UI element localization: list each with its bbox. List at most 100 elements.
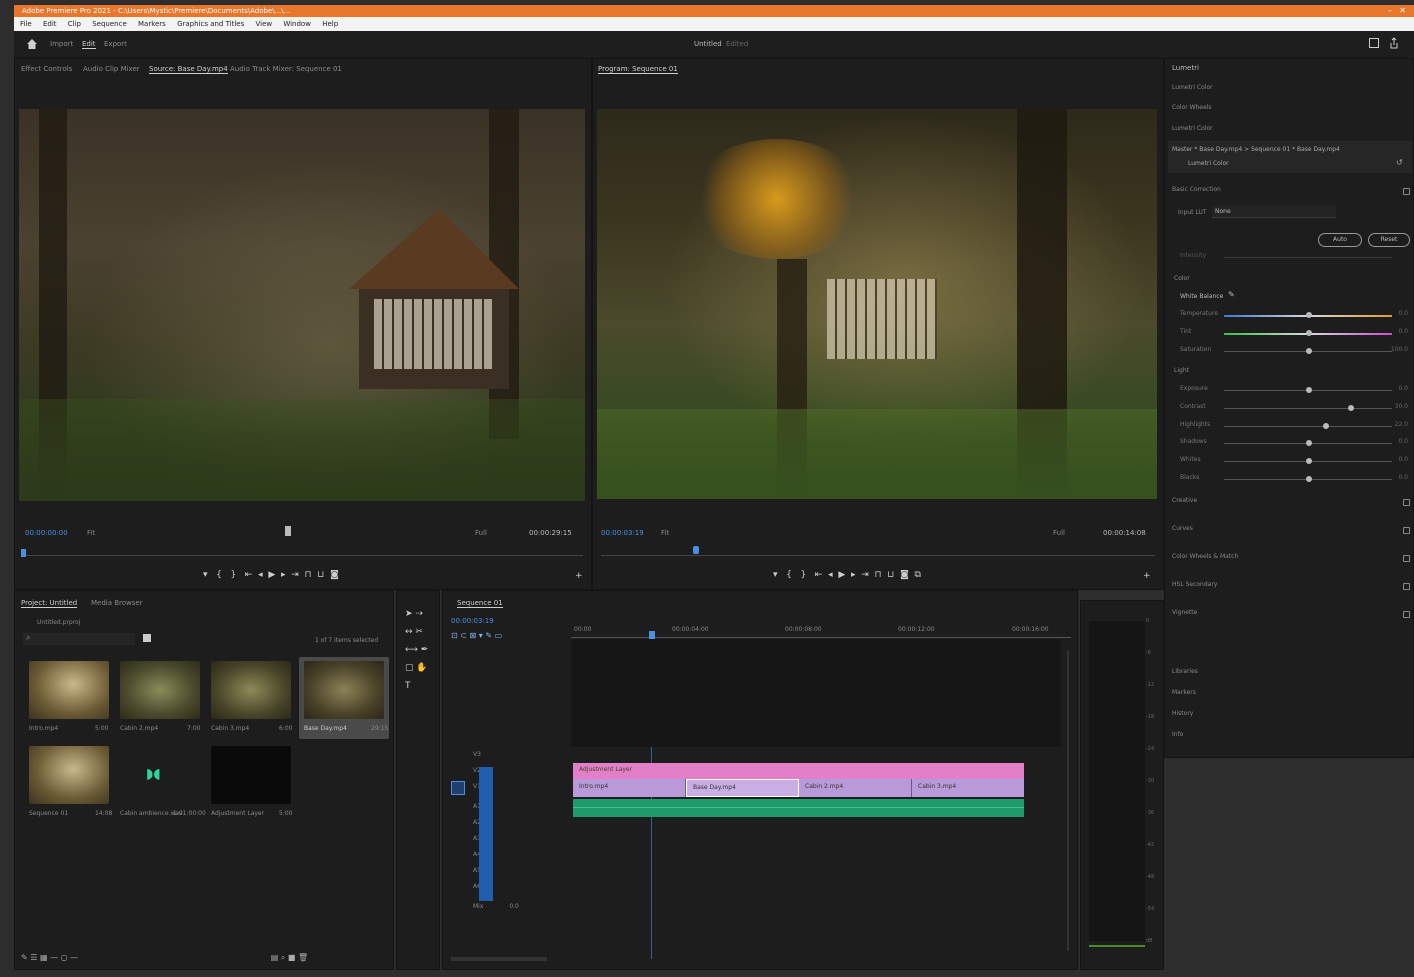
project-item-name[interactable]: Cabin 3.mp4: [211, 725, 249, 732]
contrast-knob[interactable]: [1348, 405, 1354, 411]
exposure-value[interactable]: 0.0: [1398, 385, 1408, 392]
auto-button[interactable]: Auto: [1318, 233, 1362, 247]
exposure-slider[interactable]: Exposure 0.0: [1178, 385, 1410, 395]
project-item-thumb[interactable]: [211, 746, 291, 804]
captions-icon[interactable]: ▭: [495, 631, 503, 640]
automate-icon[interactable]: ▤: [271, 953, 279, 962]
info-item[interactable]: Info: [1172, 731, 1183, 738]
home-icon[interactable]: [26, 38, 38, 50]
pencil-icon[interactable]: ✎: [21, 953, 28, 962]
saturation-slider[interactable]: Saturation 100.0: [1178, 346, 1410, 356]
contrast-value[interactable]: 30.0: [1395, 403, 1408, 410]
mark-in-icon[interactable]: {: [216, 570, 222, 580]
highlights-slider[interactable]: Highlights 22.0: [1178, 421, 1410, 431]
source-fit-dropdown[interactable]: Fit: [87, 529, 95, 537]
icon-view-icon[interactable]: ▦: [40, 953, 48, 962]
basic-correction-section[interactable]: Basic Correction: [1172, 186, 1412, 198]
reset-icon[interactable]: ↺: [1396, 158, 1403, 167]
tab-sequence[interactable]: Sequence 01: [457, 599, 503, 608]
source-playhead[interactable]: [21, 549, 26, 557]
step-forward-icon[interactable]: ▸: [851, 570, 856, 580]
lift-icon[interactable]: ⊓: [875, 570, 882, 580]
menu-clip[interactable]: Clip: [68, 20, 81, 28]
go-to-out-icon[interactable]: ⇥: [861, 570, 869, 580]
project-item-name[interactable]: Adjustment Layer: [211, 810, 264, 817]
track-select-icon[interactable]: ⇢: [415, 609, 423, 619]
tab-effect-controls[interactable]: Effect Controls: [21, 65, 72, 73]
type-tool-icon[interactable]: T: [405, 681, 411, 691]
tab-audio-clip-mixer[interactable]: Audio Clip Mixer: [83, 65, 140, 73]
nest-icon[interactable]: ⊡: [451, 631, 458, 640]
vignette-section[interactable]: Vignette: [1172, 609, 1412, 621]
add-marker-icon[interactable]: ▾: [773, 570, 778, 580]
temperature-value[interactable]: 0.0: [1398, 310, 1408, 317]
linked-icon[interactable]: ⊠: [470, 631, 477, 640]
adjustment-layer-clip[interactable]: Adjustment Layer: [573, 763, 1024, 779]
source-timecode-in[interactable]: 00:00:00:00: [25, 529, 68, 537]
input-lut-dropdown[interactable]: None: [1212, 206, 1336, 218]
program-timecode[interactable]: 00:00:03:19: [601, 529, 644, 537]
program-fit-dropdown[interactable]: Fit: [661, 529, 669, 537]
new-item-icon[interactable]: ■: [288, 953, 296, 962]
curves-checkbox[interactable]: [1403, 527, 1410, 534]
hsl-section[interactable]: HSL Secondary: [1172, 581, 1412, 593]
blacks-knob[interactable]: [1306, 476, 1312, 482]
project-item-thumb[interactable]: [29, 661, 109, 719]
color-header[interactable]: Color: [1174, 275, 1190, 282]
project-item-name[interactable]: Sequence 01: [29, 810, 68, 817]
program-resolution-dropdown[interactable]: Full: [1053, 529, 1065, 537]
exposure-knob[interactable]: [1306, 387, 1312, 393]
project-item-thumb[interactable]: [29, 746, 109, 804]
go-to-in-icon[interactable]: ⇤: [815, 570, 823, 580]
new-bin-icon[interactable]: [143, 634, 151, 642]
project-item-thumb[interactable]: [211, 661, 291, 719]
creative-section[interactable]: Creative: [1172, 497, 1412, 509]
extract-icon[interactable]: ⊔: [887, 570, 894, 580]
program-scrubber[interactable]: [601, 555, 1155, 556]
project-item-thumb[interactable]: [120, 661, 200, 719]
insert-icon[interactable]: ⊓: [305, 570, 312, 580]
curves-section[interactable]: Curves: [1172, 525, 1412, 537]
whites-knob[interactable]: [1306, 458, 1312, 464]
tab-program[interactable]: Program: Sequence 01: [598, 65, 678, 74]
eyedropper-icon[interactable]: ✎: [1228, 290, 1235, 299]
trash-icon[interactable]: 🗑: [298, 953, 308, 962]
lumetri-row-1[interactable]: Lumetri Color: [1172, 84, 1213, 91]
mark-in-icon[interactable]: {: [786, 570, 792, 580]
source-resolution-dropdown[interactable]: Full: [475, 529, 487, 537]
snap-icon[interactable]: ⊂: [460, 631, 467, 640]
tab-media-browser[interactable]: Media Browser: [91, 599, 143, 607]
saturation-knob[interactable]: [1306, 348, 1312, 354]
mix-value[interactable]: 0.0: [509, 903, 519, 910]
find-icon[interactable]: ⌕: [281, 953, 285, 962]
pen-tool-icon[interactable]: ✒: [421, 645, 429, 655]
play-icon[interactable]: ▶: [838, 570, 845, 580]
tab-import[interactable]: Import: [50, 40, 73, 48]
libraries-item[interactable]: Libraries: [1172, 668, 1198, 675]
step-back-icon[interactable]: ◂: [828, 570, 833, 580]
tab-audio-track-mixer[interactable]: Audio Track Mixer: Sequence 01: [230, 65, 342, 73]
project-item-thumb[interactable]: [304, 661, 384, 719]
tab-export[interactable]: Export: [104, 40, 127, 48]
add-marker-icon[interactable]: ▾: [479, 631, 483, 640]
project-item-name[interactable]: Cabin 2.mp4: [120, 725, 158, 732]
v1-clip[interactable]: Cabin 2.mp4: [799, 779, 912, 797]
track-header-v3[interactable]: V3: [473, 751, 563, 763]
source-add-button[interactable]: +: [575, 571, 583, 581]
tab-edit[interactable]: Edit: [82, 40, 96, 49]
fullscreen-icon[interactable]: [1369, 38, 1379, 48]
timeline-timecode[interactable]: 00:00:03:19: [451, 617, 494, 625]
tab-project[interactable]: Project: Untitled: [21, 599, 78, 608]
ripple-edit-icon[interactable]: ↔: [405, 627, 413, 637]
timeline-ruler[interactable]: [571, 637, 1071, 638]
project-item-name[interactable]: Base Day.mp4: [304, 725, 347, 732]
tint-slider[interactable]: Tint 0.0: [1178, 328, 1410, 338]
blacks-slider[interactable]: Blacks 0.0: [1178, 474, 1410, 484]
history-item[interactable]: History: [1172, 710, 1193, 717]
menu-view[interactable]: View: [255, 20, 272, 28]
close-icon[interactable]: ✕: [1399, 5, 1406, 17]
color-wheels-checkbox[interactable]: [1403, 555, 1410, 562]
markers-item[interactable]: Markers: [1172, 689, 1196, 696]
v1-clip-selected[interactable]: Base Day.mp4: [686, 779, 799, 797]
timeline-zoom-scroll[interactable]: [451, 957, 547, 961]
